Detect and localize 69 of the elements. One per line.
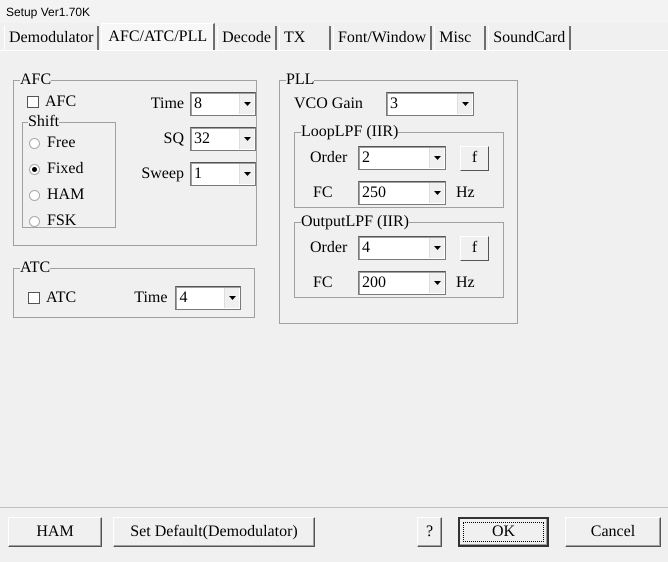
caret-icon xyxy=(434,246,440,250)
caret-icon xyxy=(244,172,250,176)
dropdown[interactable]: 32 xyxy=(190,127,256,151)
window-title: Setup Ver1.70K xyxy=(6,4,90,18)
radio-button[interactable]: Free xyxy=(23,130,76,156)
group-title: ATC xyxy=(20,260,50,276)
caret-icon xyxy=(462,102,468,106)
field-label: VCO Gain xyxy=(294,95,364,113)
dropdown[interactable]: 2 xyxy=(358,146,446,170)
caret-icon xyxy=(244,102,250,106)
radio-icon[interactable] xyxy=(29,216,40,226)
dropdown-button[interactable] xyxy=(224,288,240,308)
dialog-button[interactable]: ? xyxy=(417,517,442,547)
dropdown-button[interactable] xyxy=(429,238,444,258)
tab[interactable]: SoundCard xyxy=(488,26,572,50)
filter-button[interactable]: f xyxy=(460,146,489,170)
tab[interactable]: Decode xyxy=(217,26,277,50)
dropdown-button[interactable] xyxy=(457,94,472,114)
dropdown[interactable]: 1 xyxy=(190,162,256,186)
field-label: SQ xyxy=(164,130,184,148)
field-label: FC xyxy=(312,274,334,292)
dropdown-button[interactable] xyxy=(239,164,254,184)
tab[interactable]: Demodulator xyxy=(4,26,100,50)
dropdown[interactable]: 3 xyxy=(386,92,474,116)
field-label: Time xyxy=(134,289,168,307)
dropdown-button[interactable] xyxy=(239,94,254,114)
field-label: FC xyxy=(312,184,334,202)
dropdown-button[interactable] xyxy=(239,129,254,149)
radio-button[interactable]: Fixed xyxy=(23,156,84,182)
group-title: Shift xyxy=(28,114,60,130)
checkbox[interactable]: ATC xyxy=(23,288,76,308)
dropdown-button[interactable] xyxy=(429,183,444,203)
unit-label: Hz xyxy=(456,274,475,292)
tab[interactable]: TX xyxy=(278,26,331,50)
tab[interactable]: Misc xyxy=(434,26,486,50)
radio-button[interactable]: FSK xyxy=(23,208,76,234)
caret-icon xyxy=(228,296,236,300)
group-title: LoopLPF (IIR) xyxy=(301,124,398,140)
caret-icon xyxy=(434,281,440,285)
tab[interactable]: AFC/ATC/PLL xyxy=(101,23,216,50)
group-title: AFC xyxy=(20,72,52,88)
radio-button[interactable]: HAM xyxy=(23,182,84,208)
radio-icon[interactable] xyxy=(29,190,40,200)
dropdown[interactable]: 200 xyxy=(358,271,446,295)
tab[interactable]: Font/Window xyxy=(332,26,432,50)
caret-icon xyxy=(244,137,250,141)
dropdown[interactable]: 250 xyxy=(358,181,446,205)
dialog-button[interactable]: HAM xyxy=(8,517,102,547)
radio-icon[interactable] xyxy=(29,138,40,148)
group-title: PLL xyxy=(286,72,314,88)
checkbox[interactable]: AFC xyxy=(22,92,76,112)
filter-button[interactable]: f xyxy=(460,236,489,260)
dropdown[interactable]: 8 xyxy=(190,92,256,116)
radio-icon[interactable] xyxy=(29,164,40,174)
dialog-button[interactable]: Cancel xyxy=(565,517,661,547)
field-label: Time xyxy=(150,95,184,113)
group-title: OutputLPF (IIR) xyxy=(301,214,409,230)
dropdown-button[interactable] xyxy=(429,273,444,293)
caret-icon xyxy=(434,156,440,160)
dropdown[interactable]: 4 xyxy=(175,286,242,310)
field-label: Order xyxy=(310,149,348,167)
dropdown-button[interactable] xyxy=(429,148,444,168)
field-label: Sweep xyxy=(141,165,184,183)
caret-icon xyxy=(434,191,440,195)
dropdown[interactable]: 4 xyxy=(358,236,446,260)
unit-label: Hz xyxy=(456,184,475,202)
dialog-button[interactable]: OK xyxy=(458,517,549,547)
field-label: Order xyxy=(310,239,348,257)
dialog-button[interactable]: Set Default(Demodulator) xyxy=(113,517,315,547)
